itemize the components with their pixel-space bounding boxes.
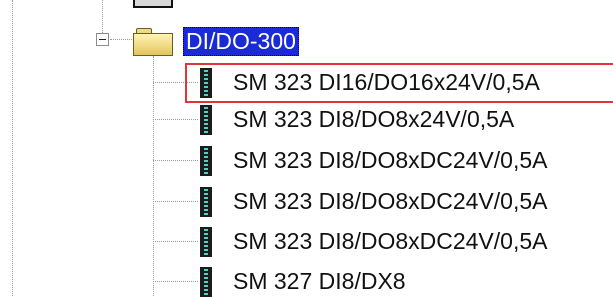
tree-guide-line-item [153, 119, 198, 120]
module-label: SM 323 DI16/DO16x24V/0,5A [233, 69, 540, 95]
folder-body [133, 33, 173, 56]
catalog-tree: DI/DO-300 SM 323 DI16/DO16x24V/0,5A SM 3… [0, 0, 613, 297]
folder-icon[interactable] [133, 28, 173, 56]
module-icon [200, 187, 212, 217]
module-label: SM 327 DI8/DX8 [233, 268, 406, 294]
module-label: SM 323 DI8/DO8x24V/0,5A [233, 106, 515, 132]
tree-guide-line-item [153, 241, 198, 242]
tree-guide-line-root [12, 0, 13, 296]
tree-guide-line-item [153, 201, 198, 202]
tree-guide-line-children [153, 56, 154, 296]
tree-folder-di-do-300[interactable]: DI/DO-300 [183, 27, 299, 56]
collapse-toggle-icon[interactable] [96, 33, 109, 46]
module-icon [200, 267, 212, 297]
module-icon [200, 146, 212, 176]
module-label: SM 323 DI8/DO8xDC24V/0,5A [233, 147, 548, 173]
module-label: SM 323 DI8/DO8xDC24V/0,5A [233, 228, 548, 254]
tree-guide-line-item [153, 281, 198, 282]
tree-guide-line-item [153, 160, 198, 161]
tree-guide-line-level1 [102, 0, 103, 33]
module-icon [200, 68, 212, 98]
module-icon [200, 105, 212, 135]
tree-item-partial-icon[interactable] [133, 0, 173, 8]
tree-guide-line-folder [110, 39, 132, 40]
module-icon [200, 227, 212, 257]
module-label: SM 323 DI8/DO8xDC24V/0,5A [233, 188, 548, 214]
